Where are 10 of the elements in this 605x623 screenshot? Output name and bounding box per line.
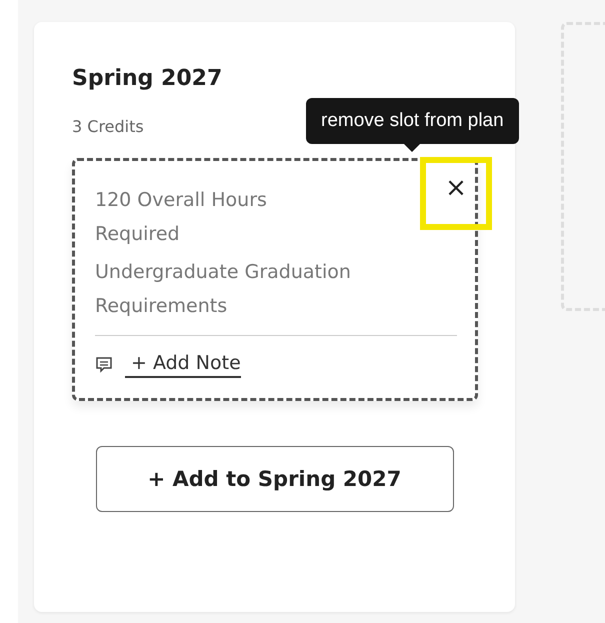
credits-label: 3 Credits xyxy=(72,117,144,136)
requirement-text: 120 Overall Hours Required xyxy=(95,188,268,247)
comment-icon xyxy=(95,356,113,374)
term-title: Spring 2027 xyxy=(72,66,224,91)
tooltip: remove slot from plan xyxy=(306,98,519,152)
close-button[interactable]: × xyxy=(420,157,492,230)
requirement-text: Undergraduate Graduation Requirements xyxy=(95,260,352,319)
tooltip-arrow-icon xyxy=(404,144,420,152)
add-note-link[interactable]: + Add Note xyxy=(125,352,241,378)
add-course-button[interactable]: + Add to Spring 2027 xyxy=(96,446,454,512)
